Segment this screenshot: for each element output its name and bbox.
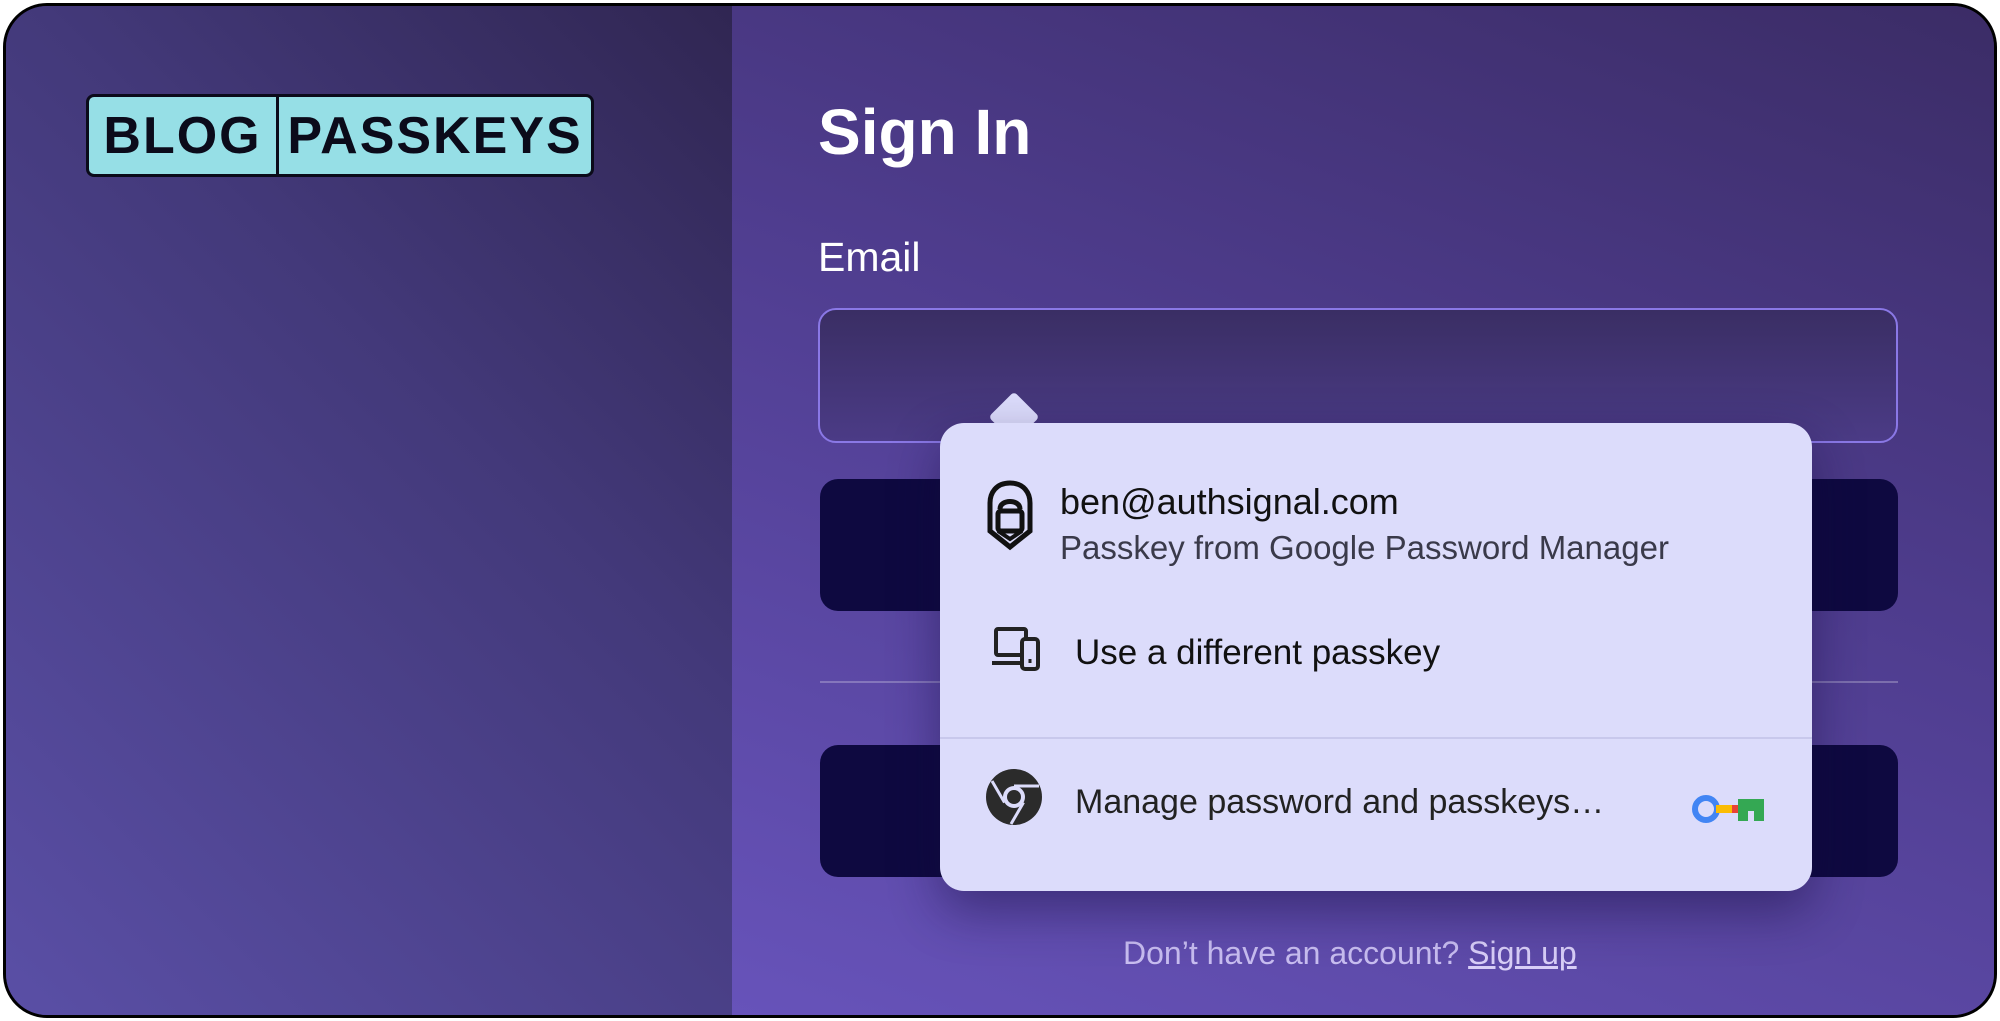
chrome-icon: [984, 767, 1044, 827]
google-password-manager-key-icon: [1692, 791, 1766, 827]
signup-link[interactable]: Sign up: [1468, 935, 1577, 971]
signup-prompt: Don’t have an account? Sign up: [1123, 935, 1577, 972]
passkey-autofill-popup: ben@authsignal.com Passkey from Google P…: [940, 423, 1812, 891]
use-different-passkey-label: Use a different passkey: [1075, 633, 1441, 672]
logo-passkeys-text: PASSKEYS: [287, 106, 583, 165]
passkey-lock-icon: [982, 479, 1038, 551]
passkey-account-option[interactable]: ben@authsignal.com Passkey from Google P…: [940, 457, 1812, 577]
manage-passkeys-label: Manage password and passkeys…: [1075, 783, 1605, 821]
manage-passkeys-option[interactable]: Manage password and passkeys…: [940, 735, 1812, 869]
passkey-account-source: Passkey from Google Password Manager: [1060, 529, 1669, 566]
devices-icon: [990, 623, 1042, 675]
blog-passkeys-logo: BLOG PASSKEYS: [86, 94, 594, 177]
brand-panel: BLOG PASSKEYS: [6, 6, 732, 1015]
logo-blog-text: BLOG: [89, 97, 279, 174]
page-title: Sign In: [818, 96, 1032, 168]
passkey-account-email: ben@authsignal.com: [1060, 481, 1399, 522]
signup-prompt-text: Don’t have an account?: [1123, 935, 1460, 971]
email-label: Email: [818, 234, 921, 280]
use-different-passkey-option[interactable]: Use a different passkey: [940, 595, 1812, 715]
